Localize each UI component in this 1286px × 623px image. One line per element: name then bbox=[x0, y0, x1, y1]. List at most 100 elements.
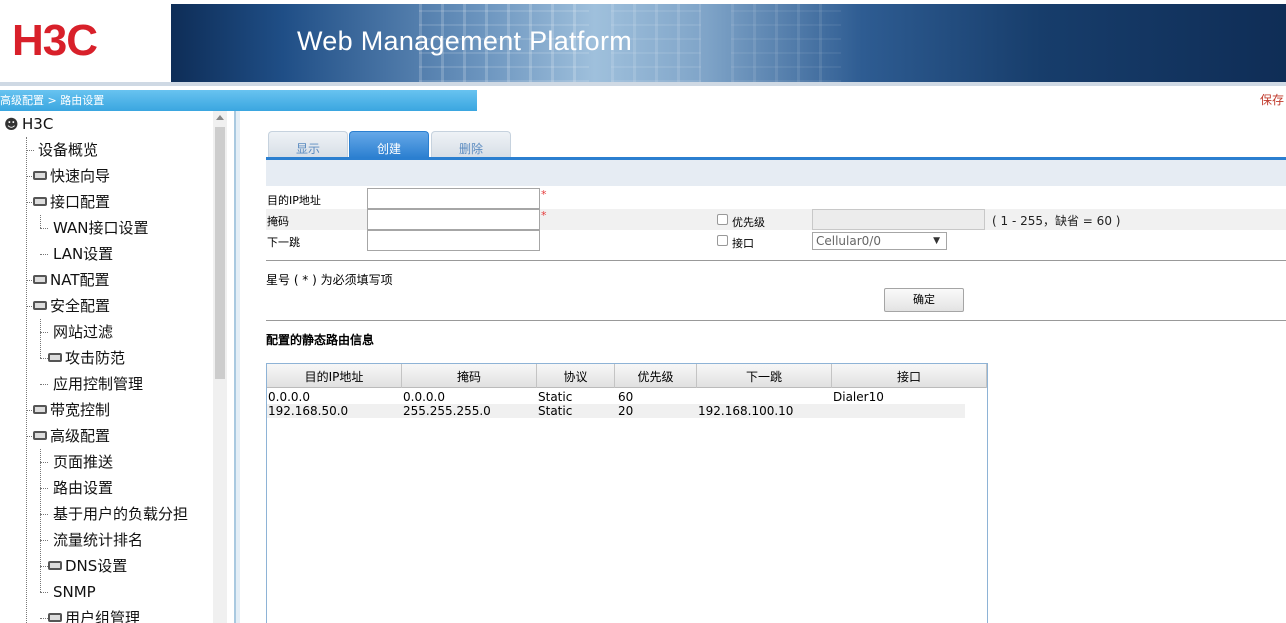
tree-connector bbox=[40, 618, 48, 619]
sidebar-item-label: 攻击防范 bbox=[65, 349, 126, 367]
sidebar-item[interactable]: 路由设置 bbox=[53, 475, 113, 501]
tree-connector bbox=[40, 514, 48, 515]
dropdown-arrow-icon: ▼ bbox=[933, 236, 940, 246]
cell-dest-ip: 0.0.0.0 bbox=[268, 390, 310, 404]
priority-label: 优先级 bbox=[732, 216, 765, 229]
cell-priority: 20 bbox=[618, 404, 634, 418]
scrollbar-thumb[interactable] bbox=[215, 127, 225, 379]
frame-divider[interactable] bbox=[228, 111, 240, 623]
sidebar-item-label: 流量统计排名 bbox=[53, 531, 144, 549]
h3c-logo: H3C bbox=[12, 16, 98, 65]
sidebar-item[interactable]: 安全配置 bbox=[33, 293, 110, 319]
mask-label: 掩码 bbox=[267, 215, 289, 228]
table-header: 目的IP地址 掩码 协议 优先级 下一跳 接口 bbox=[267, 364, 987, 388]
interface-select[interactable]: Cellular0/0 ▼ bbox=[812, 232, 947, 250]
folder-icon bbox=[33, 197, 47, 206]
sidebar-item[interactable]: 带宽控制 bbox=[33, 397, 110, 423]
sidebar-item-label: LAN设置 bbox=[53, 245, 114, 263]
sidebar-scrollbar[interactable] bbox=[213, 111, 227, 623]
interface-label: 接口 bbox=[732, 237, 754, 250]
dest-ip-input[interactable] bbox=[367, 188, 540, 209]
mask-input[interactable] bbox=[367, 209, 540, 230]
confirm-button[interactable]: 确定 bbox=[884, 288, 964, 312]
table-row[interactable]: 0.0.0.0 0.0.0.0 Static 60 Dialer10 bbox=[267, 390, 965, 404]
folder-icon bbox=[33, 405, 47, 414]
banner-building-graphic bbox=[731, 4, 841, 82]
tree-root-label: H3C bbox=[22, 115, 54, 133]
dest-ip-label: 目的IP地址 bbox=[267, 194, 321, 207]
tree-connector bbox=[40, 254, 48, 255]
column-header-protocol[interactable]: 协议 bbox=[537, 364, 615, 388]
sidebar-item[interactable]: SNMP bbox=[53, 579, 96, 605]
tab-create[interactable]: 创建 bbox=[349, 131, 429, 158]
tree-connector bbox=[40, 540, 48, 541]
save-link[interactable]: 保存 bbox=[1260, 90, 1284, 111]
sidebar-item[interactable]: DNS设置 bbox=[48, 553, 127, 579]
tree-connector bbox=[40, 488, 48, 489]
page-header: H3C Web Management Platform bbox=[0, 0, 1286, 86]
tab-delete[interactable]: 删除 bbox=[431, 131, 511, 158]
sidebar-item[interactable]: NAT配置 bbox=[33, 267, 109, 293]
interface-checkbox[interactable] bbox=[717, 235, 728, 246]
sidebar-item-label: 设备概览 bbox=[38, 141, 99, 159]
main-content: 显示 创建 删除 目的IP地址 * 掩码 * 优先级 ( 1 - 255，缺省 … bbox=[240, 111, 1286, 623]
form-header-bar bbox=[266, 160, 1286, 186]
sidebar-item[interactable]: 接口配置 bbox=[33, 189, 110, 215]
tab-display[interactable]: 显示 bbox=[268, 131, 348, 158]
sidebar-item[interactable]: 页面推送 bbox=[53, 449, 113, 475]
sidebar-item[interactable]: 高级配置 bbox=[33, 423, 110, 449]
tree-connector bbox=[40, 462, 48, 463]
form-divider bbox=[266, 260, 1286, 261]
scroll-up-arrow-icon[interactable] bbox=[216, 115, 224, 120]
tree-connector bbox=[40, 215, 41, 228]
cell-mask: 255.255.255.0 bbox=[403, 404, 491, 418]
sidebar-item-label: WAN接口设置 bbox=[53, 219, 149, 237]
priority-input[interactable] bbox=[812, 209, 985, 230]
table-row[interactable]: 192.168.50.0 255.255.255.0 Static 20 192… bbox=[267, 404, 965, 418]
column-header-next-hop[interactable]: 下一跳 bbox=[697, 364, 832, 388]
column-header-interface[interactable]: 接口 bbox=[832, 364, 987, 388]
cell-next-hop: 192.168.100.10 bbox=[698, 404, 794, 418]
sidebar-item[interactable]: LAN设置 bbox=[53, 241, 113, 267]
sidebar-item-label: 用户组管理 bbox=[65, 609, 141, 623]
navigation-tree: ☻ H3C 设备概览快速向导 接口配置 WAN接口设置 LAN设置 NAT配置安全配置网站过… bbox=[0, 111, 228, 623]
priority-hint: ( 1 - 255，缺省 = 60 ) bbox=[992, 214, 1121, 228]
users-icon: ☻ bbox=[4, 117, 19, 133]
breadcrumb-bar: 高级配置 > 路由设置 保存 bbox=[0, 90, 1286, 111]
folder-icon bbox=[33, 431, 47, 440]
priority-checkbox[interactable] bbox=[717, 214, 728, 225]
form-row-next-hop: 下一跳 接口 Cellular0/0 ▼ bbox=[266, 230, 1286, 251]
sidebar-item[interactable]: 用户组管理 bbox=[48, 605, 140, 623]
sidebar-item[interactable]: 攻击防范 bbox=[48, 345, 125, 371]
sidebar-item[interactable]: 流量统计排名 bbox=[53, 527, 143, 553]
cell-protocol: Static bbox=[538, 404, 573, 418]
sidebar-item[interactable]: 快速向导 bbox=[33, 163, 110, 189]
sidebar-item[interactable]: WAN接口设置 bbox=[53, 215, 149, 241]
required-mark: * bbox=[541, 209, 547, 222]
cell-protocol: Static bbox=[538, 390, 573, 404]
tree-root[interactable]: ☻ H3C bbox=[4, 111, 53, 137]
sidebar-item[interactable]: 设备概览 bbox=[38, 137, 98, 163]
folder-icon bbox=[48, 561, 62, 570]
column-header-priority[interactable]: 优先级 bbox=[615, 364, 697, 388]
form-row-dest-ip: 目的IP地址 * bbox=[266, 188, 1286, 209]
section-divider bbox=[266, 320, 1286, 321]
cell-dest-ip: 192.168.50.0 bbox=[268, 404, 349, 418]
sidebar-item[interactable]: 应用控制管理 bbox=[53, 371, 143, 397]
sidebar-item-label: 网站过滤 bbox=[53, 323, 114, 341]
sidebar-item[interactable]: 网站过滤 bbox=[53, 319, 113, 345]
column-header-dest-ip[interactable]: 目的IP地址 bbox=[267, 364, 402, 388]
column-header-mask[interactable]: 掩码 bbox=[402, 364, 537, 388]
cell-mask: 0.0.0.0 bbox=[403, 390, 445, 404]
section-title: 配置的静态路由信息 bbox=[266, 333, 375, 347]
tree-connector bbox=[26, 137, 27, 623]
next-hop-input[interactable] bbox=[367, 230, 540, 251]
platform-title: Web Management Platform bbox=[297, 26, 633, 56]
sidebar-item-label: 高级配置 bbox=[50, 427, 111, 445]
cell-interface: Dialer10 bbox=[833, 390, 884, 404]
interface-select-value: Cellular0/0 bbox=[816, 234, 881, 248]
sidebar-item-label: 应用控制管理 bbox=[53, 375, 144, 393]
folder-icon bbox=[33, 275, 47, 284]
sidebar-item[interactable]: 基于用户的负载分担 bbox=[53, 501, 188, 527]
sidebar-item-label: 安全配置 bbox=[50, 297, 111, 315]
